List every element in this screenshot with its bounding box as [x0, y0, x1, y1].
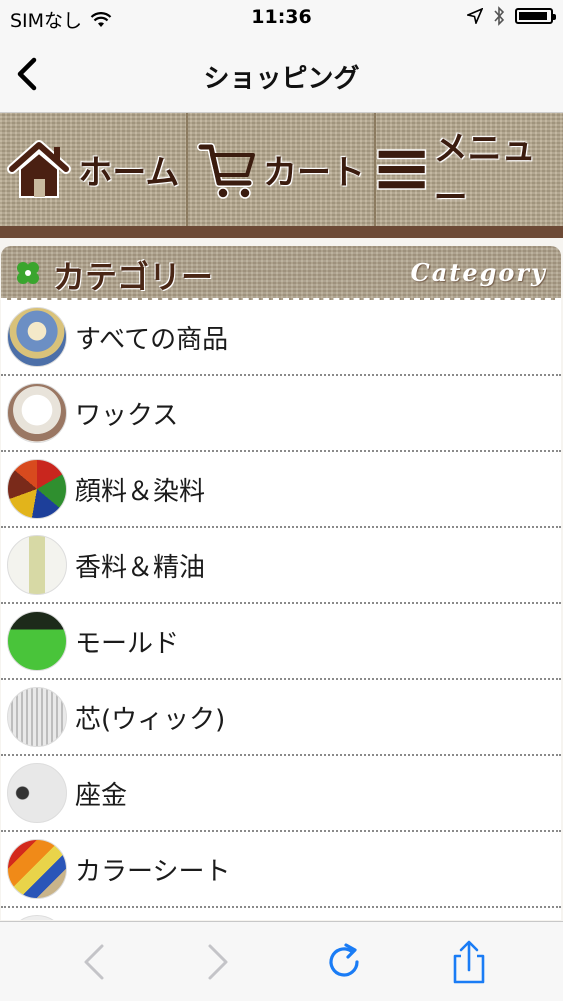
hamburger-menu-icon [377, 148, 427, 190]
category-row-all-products[interactable]: すべての商品 [1, 300, 561, 376]
page-title: ショッピング [203, 64, 360, 94]
category-list: すべての商品 ワックス 顔料＆染料 香料＆精油 モールド 芯(ウィック) 座金 … [1, 300, 561, 920]
menu-label: メニュー [433, 128, 536, 218]
category-row-pigment-dye[interactable]: 顔料＆染料 [1, 452, 561, 528]
mold-thumbnail [7, 611, 67, 671]
color-sheet-thumbnail [7, 839, 67, 899]
wick-thumbnail [7, 687, 67, 747]
category-script-label: Category [410, 258, 547, 287]
category-label: ワックス [75, 400, 179, 431]
main-menu: ホーム カート メニュー [0, 113, 563, 226]
status-right [467, 6, 556, 26]
wax-thumbnail [7, 383, 67, 443]
status-bar: SIMなし 11:36 [0, 0, 563, 36]
category-row-color-sheet[interactable]: カラーシート [1, 832, 561, 908]
category-row-partial[interactable] [1, 908, 561, 920]
home-label: ホーム [78, 153, 180, 193]
home-button[interactable]: ホーム [0, 113, 186, 226]
menu-button[interactable]: メニュー [376, 113, 563, 226]
category-row-fragrance-oil[interactable]: 香料＆精油 [1, 528, 561, 604]
cart-label: カート [263, 153, 365, 193]
category-label: カラーシート [75, 856, 231, 887]
category-row-wax[interactable]: ワックス [1, 376, 561, 452]
reload-icon[interactable] [322, 940, 366, 984]
category-header: カテゴリー Category [1, 246, 561, 300]
browser-toolbar [0, 921, 563, 1001]
menu-bottom-border [0, 226, 563, 238]
fragrance-oil-thumbnail [7, 535, 67, 595]
all-products-thumbnail [7, 307, 67, 367]
pigment-dye-thumbnail [7, 459, 67, 519]
battery-icon [515, 8, 556, 24]
category-row-wick[interactable]: 芯(ウィック) [1, 680, 561, 756]
location-icon [467, 8, 483, 24]
clover-icon [17, 262, 39, 284]
partial-thumbnail [7, 915, 67, 920]
category-title: カテゴリー [53, 258, 214, 296]
washer-thumbnail [7, 763, 67, 823]
category-label: モールド [75, 628, 180, 659]
home-icon [7, 139, 72, 198]
category-row-washer[interactable]: 座金 [1, 756, 561, 832]
category-label: すべての商品 [75, 324, 229, 355]
cart-icon [197, 142, 255, 199]
share-icon[interactable] [447, 940, 491, 984]
back-arrow-icon[interactable] [72, 940, 116, 984]
bluetooth-icon [494, 6, 505, 26]
category-row-mold[interactable]: モールド [1, 604, 561, 680]
category-label: 座金 [75, 780, 128, 811]
forward-arrow-icon[interactable] [196, 940, 240, 984]
category-label: 芯(ウィック) [75, 704, 226, 735]
category-label: 香料＆精油 [75, 552, 206, 583]
category-label: 顔料＆染料 [75, 476, 206, 507]
cart-button[interactable]: カート [188, 113, 375, 226]
navigation-bar: ショッピング [0, 36, 563, 113]
